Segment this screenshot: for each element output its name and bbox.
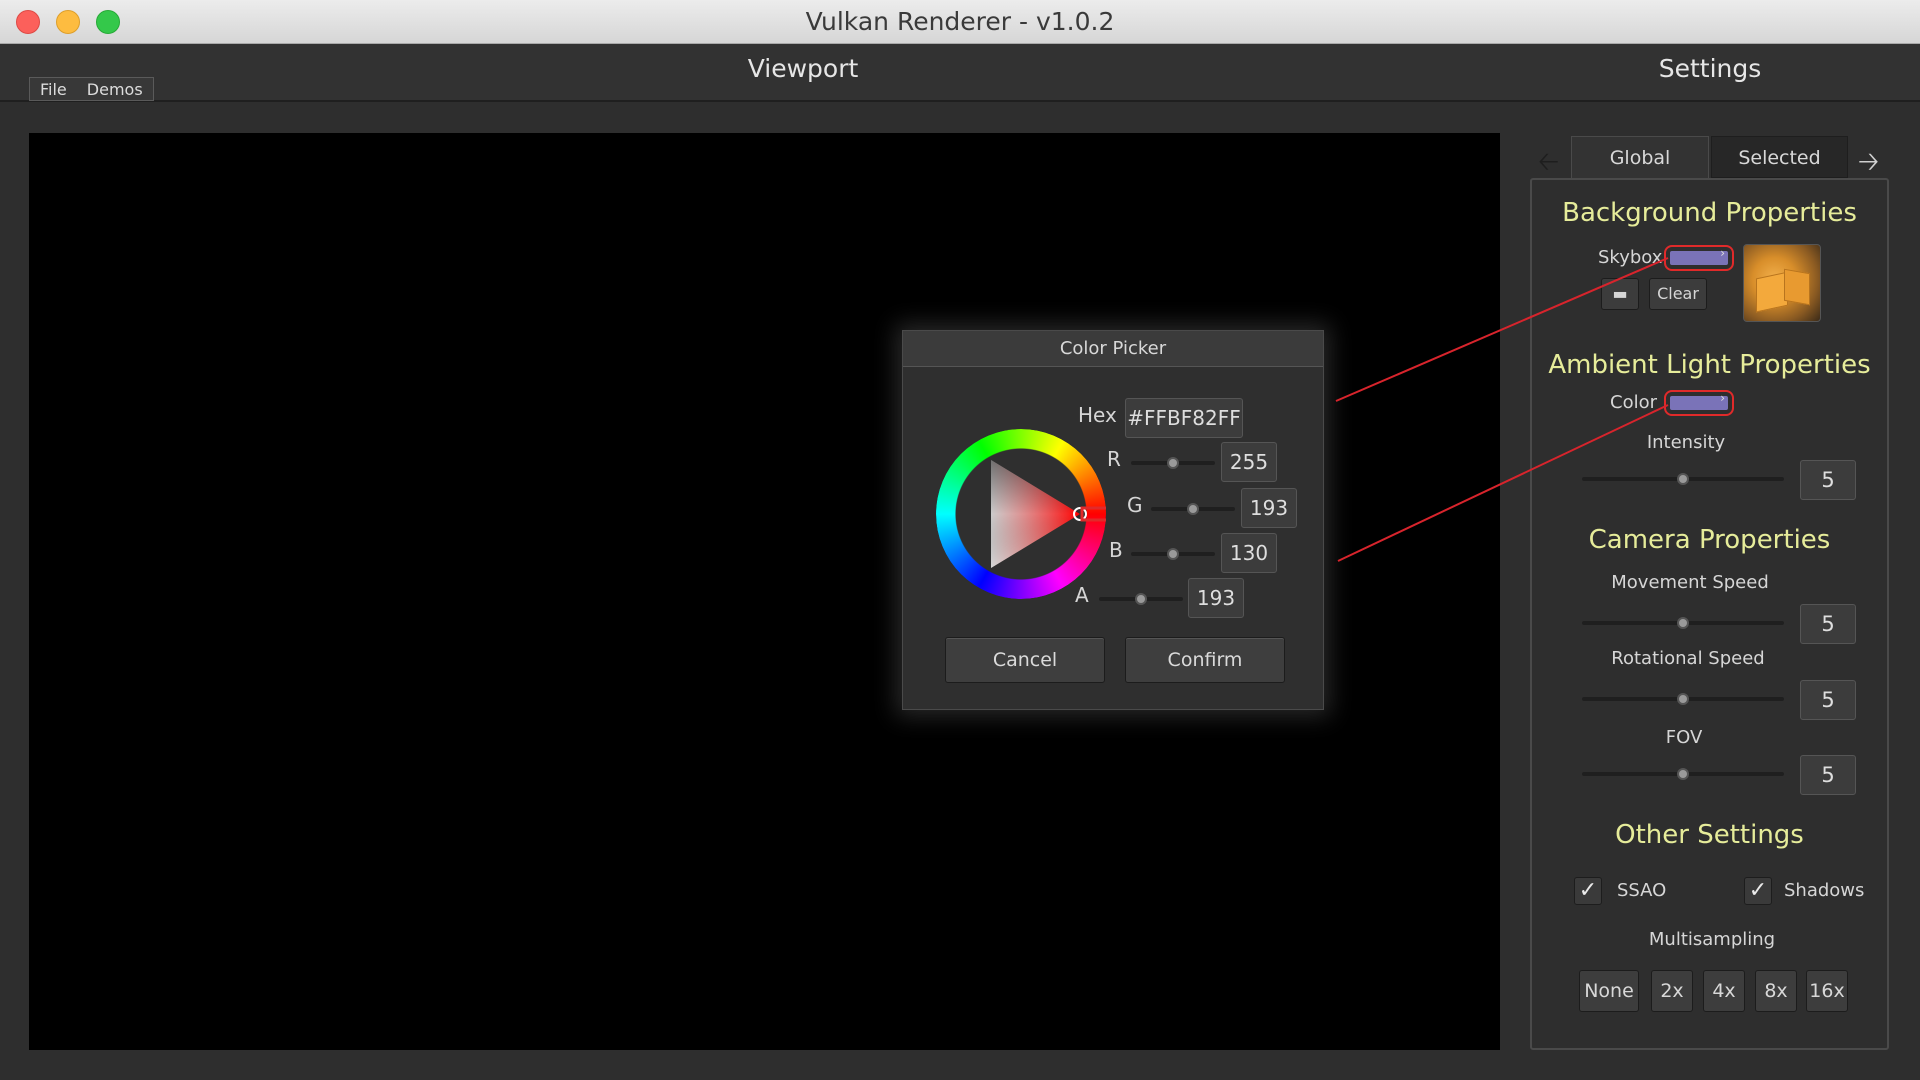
movement-slider-knob[interactable] <box>1677 617 1689 629</box>
g-value-input[interactable]: 193 <box>1241 488 1297 528</box>
a-value-input[interactable]: 193 <box>1188 578 1244 618</box>
ambient-color-label: Color <box>1610 392 1657 413</box>
intensity-slider-knob[interactable] <box>1677 473 1689 485</box>
fov-slider[interactable] <box>1582 768 1784 780</box>
multisampling-none-button[interactable]: None <box>1579 970 1639 1012</box>
movement-speed-label: Movement Speed <box>1611 572 1769 593</box>
ssao-checkbox[interactable]: ✓ <box>1574 877 1602 905</box>
g-slider[interactable] <box>1151 503 1235 515</box>
rotational-slider-knob[interactable] <box>1677 693 1689 705</box>
intensity-slider[interactable] <box>1582 473 1784 485</box>
r-slider[interactable] <box>1131 457 1215 469</box>
rotational-speed-value[interactable]: 5 <box>1800 680 1856 720</box>
folder-button[interactable]: ▬ <box>1601 278 1639 310</box>
background-properties-title: Background Properties <box>1562 198 1857 228</box>
confirm-button[interactable]: Confirm <box>1125 637 1285 683</box>
a-label: A <box>1075 583 1089 607</box>
g-slider-knob[interactable] <box>1187 503 1199 515</box>
checkmark-icon: ✓ <box>1748 878 1768 903</box>
r-value-input[interactable]: 255 <box>1221 442 1277 482</box>
camera-properties-title: Camera Properties <box>1588 525 1831 555</box>
cake-image <box>1784 268 1810 306</box>
ambient-light-title: Ambient Light Properties <box>1548 350 1871 380</box>
checkmark-icon: ✓ <box>1578 878 1598 903</box>
shadows-label: Shadows <box>1784 880 1865 901</box>
shadows-checkbox[interactable]: ✓ <box>1744 877 1772 905</box>
viewport-title: Viewport <box>747 54 859 83</box>
color-picker-title[interactable]: Color Picker <box>903 331 1323 367</box>
tab-selected[interactable]: Selected <box>1711 136 1848 178</box>
saturation-triangle[interactable] <box>936 429 1106 599</box>
multisampling-16x-button[interactable]: 16x <box>1806 970 1848 1012</box>
fov-value[interactable]: 5 <box>1800 755 1856 795</box>
b-slider[interactable] <box>1131 548 1215 560</box>
intensity-label: Intensity <box>1646 432 1726 453</box>
a-slider-knob[interactable] <box>1135 593 1147 605</box>
r-slider-knob[interactable] <box>1167 457 1179 469</box>
color-wheel[interactable] <box>936 429 1106 599</box>
multisampling-2x-button[interactable]: 2x <box>1651 970 1693 1012</box>
menu-file[interactable]: File <box>30 78 77 100</box>
skybox-color-swatch[interactable] <box>1664 245 1734 271</box>
color-picker-dialog: Color Picker Hex #FFBF82FF R 255 G 193 B… <box>902 330 1324 710</box>
skybox-label: Skybox <box>1598 247 1663 268</box>
r-label: R <box>1107 447 1121 471</box>
b-value-input[interactable]: 130 <box>1221 533 1277 573</box>
multisampling-8x-button[interactable]: 8x <box>1755 970 1797 1012</box>
fov-label: FOV <box>1665 727 1703 748</box>
hex-label: Hex <box>1078 403 1117 427</box>
tab-global[interactable]: Global <box>1571 136 1709 178</box>
menu-bar: File Demos <box>29 77 154 101</box>
skybox-thumbnail[interactable] <box>1743 244 1821 322</box>
clear-button[interactable]: Clear <box>1649 278 1707 310</box>
g-label: G <box>1127 493 1143 517</box>
rotational-speed-label: Rotational Speed <box>1611 648 1765 669</box>
rotational-speed-slider[interactable] <box>1582 693 1784 705</box>
other-settings-title: Other Settings <box>1615 820 1804 850</box>
b-label: B <box>1109 538 1123 562</box>
fov-slider-knob[interactable] <box>1677 768 1689 780</box>
multisampling-label: Multisampling <box>1648 929 1776 950</box>
menu-demos[interactable]: Demos <box>77 78 153 100</box>
skybox-swatch-fill <box>1670 246 1728 265</box>
ambient-color-swatch[interactable] <box>1664 390 1734 416</box>
cancel-button[interactable]: Cancel <box>945 637 1105 683</box>
multisampling-4x-button[interactable]: 4x <box>1703 970 1745 1012</box>
ssao-label: SSAO <box>1617 880 1667 901</box>
movement-speed-value[interactable]: 5 <box>1800 604 1856 644</box>
a-slider[interactable] <box>1099 593 1183 605</box>
hex-input[interactable]: #FFBF82FF <box>1125 398 1243 438</box>
movement-speed-slider[interactable] <box>1582 617 1784 629</box>
window-title: Vulkan Renderer - v1.0.2 <box>805 7 1115 36</box>
settings-title: Settings <box>1658 54 1762 83</box>
ambient-swatch-fill <box>1670 391 1728 410</box>
folder-icon: ▬ <box>1612 284 1628 303</box>
intensity-value[interactable]: 5 <box>1800 460 1856 500</box>
b-slider-knob[interactable] <box>1167 548 1179 560</box>
